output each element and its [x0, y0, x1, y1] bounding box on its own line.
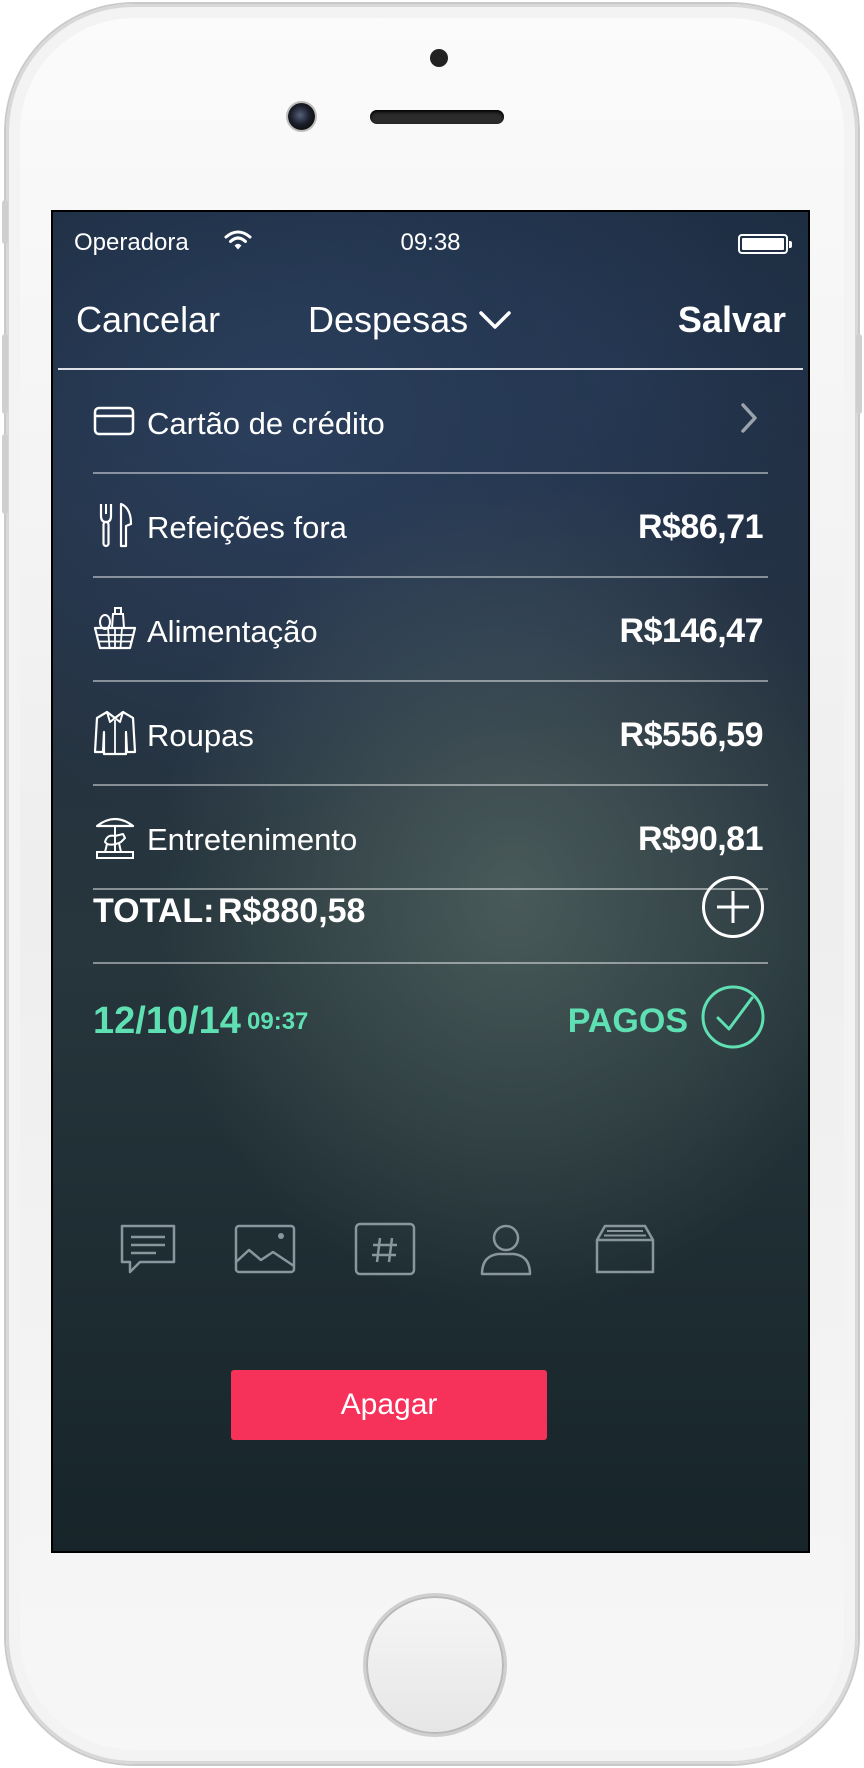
- proximity-sensor: [430, 49, 448, 67]
- front-camera: [288, 103, 315, 130]
- status-bar: Operadora 09:38: [53, 212, 808, 262]
- image-button[interactable]: [233, 1218, 297, 1282]
- date-status-row: 12/10/14 09:37 PAGOS: [93, 964, 768, 1074]
- home-button[interactable]: [366, 1596, 504, 1734]
- category-row-alimentacao[interactable]: Alimentação R$146,47: [93, 578, 768, 682]
- page-title: Despesas: [308, 299, 469, 340]
- grocery-basket-icon: [93, 607, 137, 650]
- credit-card-icon: [93, 406, 135, 436]
- category-label: Refeições fora: [147, 510, 347, 545]
- attachment-toolbar: [53, 1218, 808, 1288]
- volume-up-button: [2, 334, 8, 414]
- person-icon: [480, 1224, 532, 1276]
- comment-button[interactable]: [116, 1218, 180, 1282]
- category-amount[interactable]: R$556,59: [620, 716, 764, 755]
- category-row-roupas[interactable]: Roupas R$556,59: [93, 682, 768, 786]
- comment-icon: [120, 1224, 176, 1274]
- fork-knife-icon: [99, 502, 133, 548]
- clock: 09:38: [400, 229, 461, 256]
- archive-icon: [595, 1224, 655, 1274]
- chevron-down-icon: [479, 311, 511, 329]
- app-screen: Operadora 09:38 Cancelar Despesas Salvar…: [51, 210, 810, 1553]
- date-value[interactable]: 12/10/14: [93, 1000, 241, 1043]
- cancel-button[interactable]: Cancelar: [76, 299, 220, 341]
- total-row: TOTAL: R$880,58: [93, 852, 768, 964]
- check-circle-icon[interactable]: [700, 984, 766, 1050]
- power-button: [856, 334, 862, 414]
- category-label: Alimentação: [147, 614, 318, 649]
- navigation-bar: Cancelar Despesas Salvar: [53, 287, 808, 357]
- hashtag-icon: [354, 1222, 416, 1276]
- category-row-refeicoes[interactable]: Refeições fora R$86,71: [93, 474, 768, 578]
- total-label: TOTAL:: [93, 892, 215, 930]
- shirt-icon: [93, 710, 137, 756]
- category-amount[interactable]: R$146,47: [620, 612, 764, 651]
- payment-method-row[interactable]: Cartão de crédito: [93, 370, 768, 474]
- category-amount[interactable]: R$86,71: [638, 508, 764, 547]
- earpiece-speaker: [370, 110, 504, 124]
- chevron-right-icon: [741, 403, 757, 433]
- payment-method-label: Cartão de crédito: [147, 406, 385, 441]
- archive-button[interactable]: [593, 1218, 657, 1282]
- time-value[interactable]: 09:37: [247, 1008, 308, 1036]
- tag-button[interactable]: [353, 1218, 417, 1282]
- battery-icon: [738, 234, 792, 254]
- mute-switch: [2, 200, 8, 244]
- category-label: Roupas: [147, 718, 254, 753]
- total-value: R$880,58: [218, 892, 366, 930]
- contact-button[interactable]: [474, 1218, 538, 1282]
- image-icon: [234, 1224, 296, 1274]
- delete-button[interactable]: Apagar: [231, 1370, 547, 1440]
- paid-status-label: PAGOS: [567, 1002, 688, 1040]
- volume-down-button: [2, 434, 8, 514]
- add-category-button[interactable]: [702, 876, 764, 938]
- category-type-selector[interactable]: Despesas: [308, 299, 512, 341]
- save-button[interactable]: Salvar: [678, 299, 786, 341]
- plus-icon: [717, 891, 749, 923]
